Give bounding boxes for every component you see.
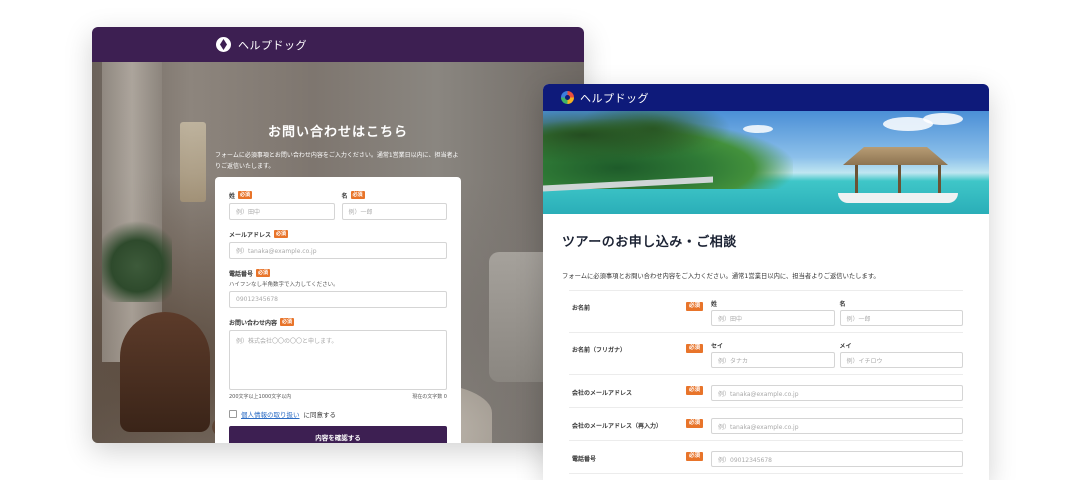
brand-name: ヘルプドッグ bbox=[238, 38, 307, 52]
required-badge: 必須 bbox=[685, 302, 703, 311]
name-label: お名前 bbox=[572, 305, 591, 312]
phone-label: 電話番号 bbox=[572, 456, 597, 463]
first-name-input[interactable]: 例）一郎 bbox=[839, 310, 963, 326]
email-input[interactable]: 例）tanaka@example.co.jp bbox=[711, 385, 963, 401]
kana-row: お名前（フリガナ） 必須 セイ 例）タナカ メイ 例）イチロウ bbox=[569, 333, 963, 375]
privacy-policy-link[interactable]: 個人情報の取り扱い bbox=[241, 409, 300, 419]
required-badge: 必須 bbox=[280, 318, 295, 326]
char-limit-note: 200文字以上1000文字以内 bbox=[229, 394, 292, 400]
required-badge: 必須 bbox=[685, 344, 703, 353]
agree-label: に同意する bbox=[303, 411, 337, 419]
kana-label: お名前（フリガナ） bbox=[572, 347, 627, 354]
beach-banner-image bbox=[543, 111, 989, 214]
phone-input[interactable]: 例）09012345678 bbox=[711, 451, 963, 467]
last-name-input[interactable]: 例）田中 bbox=[229, 203, 335, 220]
email-row: 会社のメールアドレス 必須 例）tanaka@example.co.jp bbox=[569, 375, 963, 408]
form-description: フォームに必須事項とお問い合わせ内容をご入力ください。通常1営業日以内に、担当者… bbox=[215, 152, 459, 170]
contact-form-window: ヘルプドッグ お問い合わせはこちら フォームに必須事項とお問い合わせ内容をご入力… bbox=[92, 27, 584, 443]
form-card: 姓必須 例）田中 名必須 例）一郎 メールアドレス 必須 例）tanaka@exa… bbox=[215, 177, 461, 443]
phone-input[interactable]: 09012345678 bbox=[229, 291, 447, 308]
agree-checkbox[interactable] bbox=[229, 410, 237, 418]
page-title: ツアーのお申し込み・ご相談 bbox=[562, 235, 737, 250]
first-name-sublabel: 名 bbox=[839, 301, 846, 308]
required-badge: 必須 bbox=[256, 269, 271, 277]
form-description: フォームに必須事項とお問い合わせ内容をご入力ください。通常1営業日以内に、担当者… bbox=[562, 273, 880, 280]
left-header: ヘルプドッグ bbox=[92, 27, 584, 62]
required-badge: 必須 bbox=[238, 191, 253, 199]
form-table: お名前 必須 姓 例）田中 名 例）一郎 お名前（フリガナ） 必須 セイ 例）タナカ bbox=[569, 290, 963, 474]
mei-sublabel: メイ bbox=[839, 343, 852, 350]
sei-input[interactable]: 例）タナカ bbox=[711, 352, 835, 368]
last-name-label: 姓 bbox=[229, 192, 236, 200]
char-count: 現在の文字数 0 bbox=[412, 394, 447, 400]
right-header: ヘルプドッグ bbox=[543, 84, 989, 111]
last-name-sublabel: 姓 bbox=[711, 301, 718, 308]
brand-name: ヘルプドッグ bbox=[580, 91, 649, 105]
required-badge: 必須 bbox=[685, 419, 703, 428]
email-confirm-label: 会社のメールアドレス（再入力） bbox=[572, 423, 663, 430]
required-badge: 必須 bbox=[274, 230, 289, 238]
brand-logo-icon bbox=[561, 91, 574, 104]
email-input[interactable]: 例）tanaka@example.co.jp bbox=[229, 242, 447, 259]
confirm-button[interactable]: 内容を確認する bbox=[229, 426, 447, 443]
last-name-input[interactable]: 例）田中 bbox=[711, 310, 835, 326]
tour-form-window: ヘルプドッグ ツアーのお申し込み・ご相談 フォームに必須事項とお問い合わせ内容を… bbox=[543, 84, 989, 480]
page-title: お問い合わせはこちら bbox=[267, 125, 408, 140]
required-badge: 必須 bbox=[350, 191, 365, 199]
first-name-input[interactable]: 例）一郎 bbox=[341, 203, 447, 220]
name-row: お名前 必須 姓 例）田中 名 例）一郎 bbox=[569, 291, 963, 333]
email-label: メールアドレス bbox=[229, 231, 272, 239]
first-name-label: 名 bbox=[341, 192, 348, 200]
inquiry-textarea[interactable]: 例）株式会社〇〇の〇〇と申します。 bbox=[229, 330, 447, 390]
sei-sublabel: セイ bbox=[711, 343, 724, 350]
phone-row: 電話番号 必須 例）09012345678 bbox=[569, 441, 963, 474]
email-confirm-row: 会社のメールアドレス（再入力） 必須 例）tanaka@example.co.jp bbox=[569, 408, 963, 441]
brand-logo-icon bbox=[216, 37, 231, 52]
email-confirm-input[interactable]: 例）tanaka@example.co.jp bbox=[711, 418, 963, 434]
phone-hint: ハイフンなし半角数字で入力してください。 bbox=[229, 282, 339, 288]
mei-input[interactable]: 例）イチロウ bbox=[839, 352, 963, 368]
email-label: 会社のメールアドレス bbox=[572, 390, 633, 397]
required-badge: 必須 bbox=[685, 452, 703, 461]
background-photo: お問い合わせはこちら フォームに必須事項とお問い合わせ内容をご入力ください。通常… bbox=[92, 62, 584, 443]
required-badge: 必須 bbox=[685, 386, 703, 395]
phone-label: 電話番号 bbox=[229, 270, 254, 278]
inquiry-label: お問い合わせ内容 bbox=[229, 319, 278, 327]
